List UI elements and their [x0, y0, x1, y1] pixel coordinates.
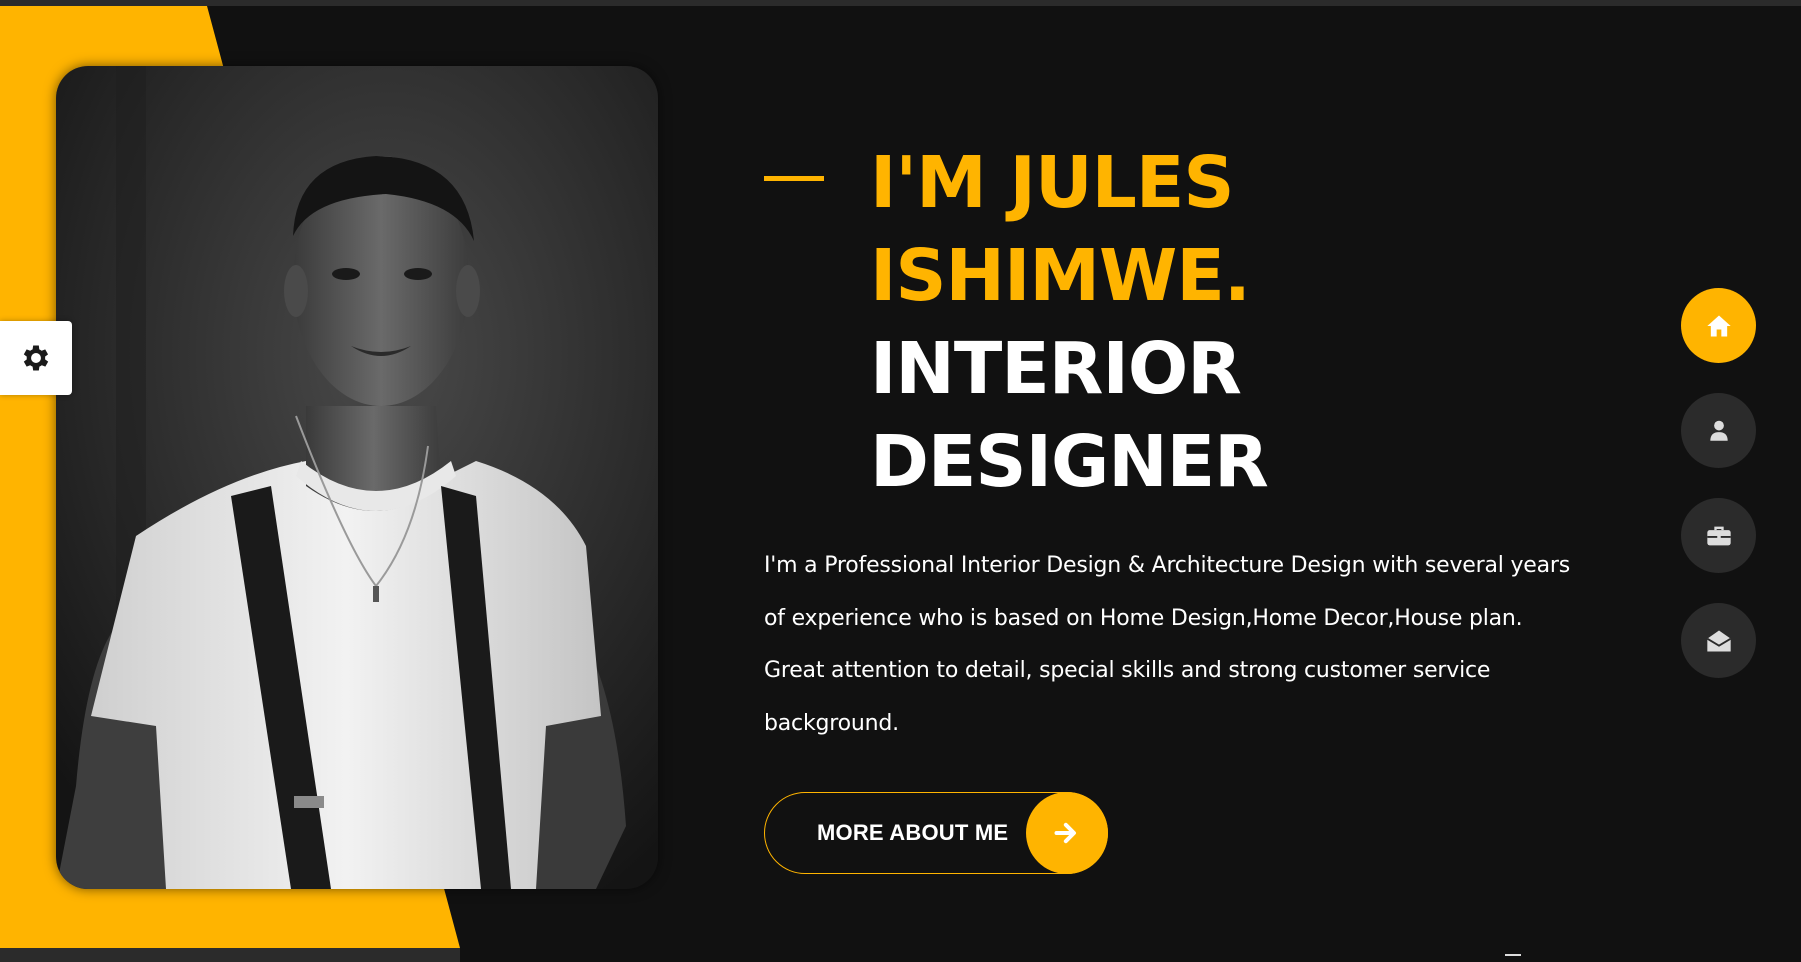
arrow-right-icon — [1026, 792, 1108, 874]
bottom-edge-bar — [460, 948, 1801, 962]
user-icon — [1709, 420, 1728, 441]
hero-section: I'M JULES ISHIMWE. INTERIOR DESIGNER I'm… — [764, 136, 1604, 874]
more-about-me-label: MORE ABOUT ME — [817, 820, 1009, 845]
nav-home-button[interactable] — [1681, 288, 1756, 363]
nav-portfolio-button[interactable] — [1681, 498, 1756, 573]
settings-button[interactable] — [0, 321, 72, 395]
portrait-image — [56, 66, 658, 889]
scroll-indicator — [1505, 954, 1521, 956]
envelope-open-icon — [1706, 630, 1731, 651]
home-icon — [1706, 315, 1731, 336]
gear-icon — [23, 345, 49, 371]
title-line-role: INTERIOR — [870, 327, 1242, 410]
side-navigation — [1681, 288, 1756, 708]
nav-about-button[interactable] — [1681, 393, 1756, 468]
more-about-me-button[interactable]: MORE ABOUT ME — [764, 792, 1108, 874]
title-line-surname: ISHIMWE. — [870, 234, 1251, 317]
title-line-name: I'M JULES — [870, 141, 1234, 224]
briefcase-icon — [1706, 526, 1731, 545]
title-dash-decoration — [764, 176, 824, 181]
title-line-role-2: DESIGNER — [870, 420, 1269, 503]
profile-photo — [56, 66, 658, 889]
hero-bio: I'm a Professional Interior Design & Arc… — [764, 553, 1571, 736]
nav-contact-button[interactable] — [1681, 603, 1756, 678]
portfolio-page: I'M JULES ISHIMWE. INTERIOR DESIGNER I'm… — [0, 6, 1801, 948]
hero-title: I'M JULES ISHIMWE. INTERIOR DESIGNER — [764, 136, 1604, 508]
